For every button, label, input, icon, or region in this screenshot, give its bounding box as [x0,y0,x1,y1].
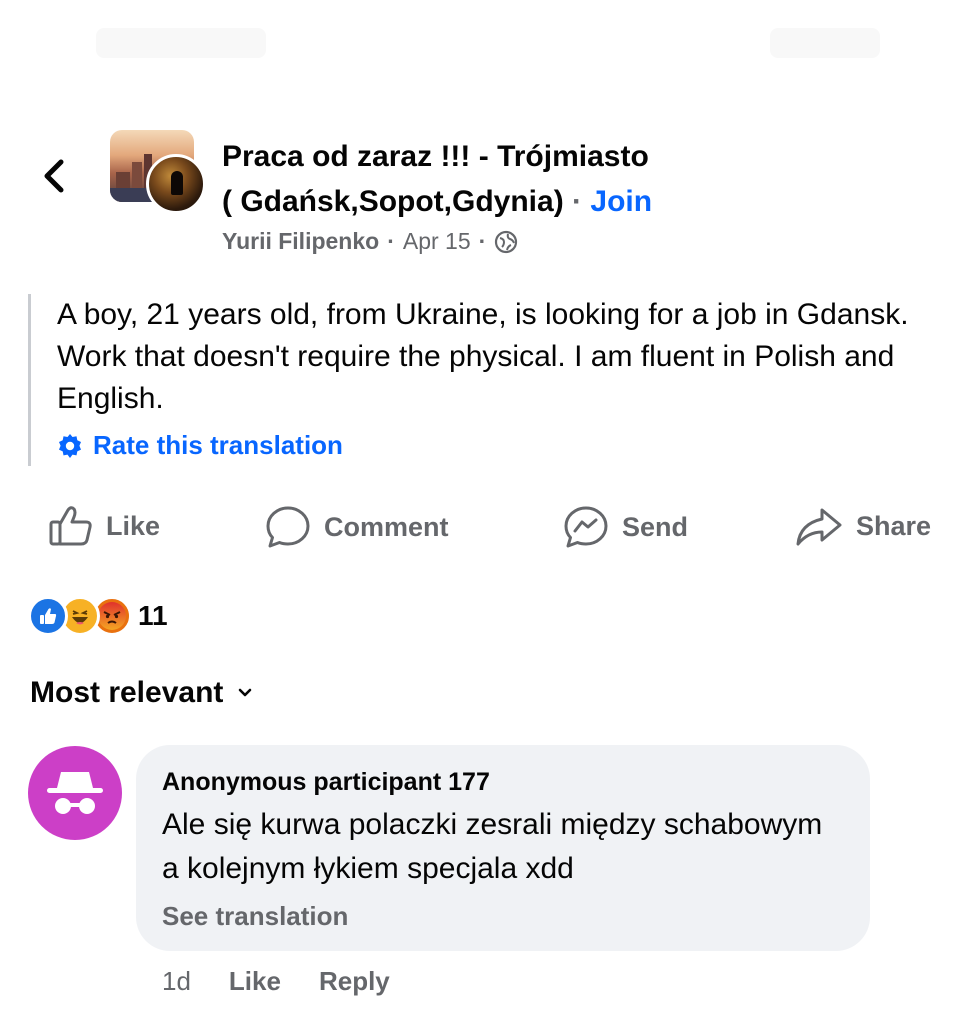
like-button[interactable]: Like [48,504,160,548]
comment-label: Comment [324,511,449,542]
like-label: Like [106,510,161,541]
back-button[interactable] [34,154,74,198]
comment-bubble-icon [266,506,310,548]
comments-sort-dropdown[interactable]: Most relevant [30,676,253,710]
reactions-summary[interactable]: 11 [28,596,168,636]
post-text: A boy, 21 years old, from Ukraine, is lo… [57,298,909,415]
rate-translation-label: Rate this translation [93,430,343,460]
comment-bubble: Anonymous participant 177 Ale się kurwa … [136,745,870,951]
group-avatar[interactable] [110,130,206,214]
post-date[interactable]: Apr 15 [403,228,471,255]
comment-author[interactable]: Anonymous participant 177 [162,767,844,797]
rate-translation-link[interactable]: Rate this translation [57,430,938,461]
post-meta: Yurii Filipenko · Apr 15 · [222,228,518,255]
comments-sort-label: Most relevant [30,676,224,709]
share-arrow-icon [796,508,842,546]
post-action-bar: Like Comment Send Share [0,498,968,554]
see-translation-link[interactable]: See translation [162,901,844,932]
group-title-line-1: Praca od zaraz !!! - Trójmiasto [222,140,649,173]
comment-button[interactable]: Comment [264,504,449,550]
status-bar [0,0,968,90]
gear-icon [59,433,81,458]
comment-like-button[interactable]: Like [229,966,281,997]
group-title-line-2: ( Gdańsk,Sopot,Gdynia) [222,185,564,218]
status-bar-time [96,28,266,58]
meta-separator: · [387,228,395,254]
share-label: Share [856,510,932,541]
title-separator: · [572,185,583,218]
like-reaction-icon [28,596,68,636]
chevron-left-icon [44,159,64,193]
comment-footer: 1d Like Reply [162,966,390,997]
group-title[interactable]: Praca od zaraz !!! - Trójmiasto ( Gdańsk… [222,134,922,224]
share-button[interactable]: Share [794,504,931,548]
reaction-count: 11 [138,600,168,631]
send-button[interactable]: Send [562,504,688,550]
meta-separator: · [478,228,487,254]
comment-reply-button[interactable]: Reply [319,966,390,997]
post-author[interactable]: Yurii Filipenko [222,228,379,255]
incognito-icon [47,772,103,814]
globe-icon [495,230,518,253]
chevron-down-icon [239,688,252,697]
status-bar-indicators [770,28,880,58]
post-body: A boy, 21 years old, from Ukraine, is lo… [28,294,938,466]
messenger-icon [564,506,608,548]
anonymous-avatar[interactable] [28,746,122,840]
comment-time[interactable]: 1d [162,966,191,997]
send-label: Send [622,511,689,542]
join-button[interactable]: Join [590,185,652,218]
comment-text: Ale się kurwa polaczki zesrali między sc… [162,808,823,885]
group-profile-image [146,154,206,214]
thumbs-up-icon [49,506,92,546]
